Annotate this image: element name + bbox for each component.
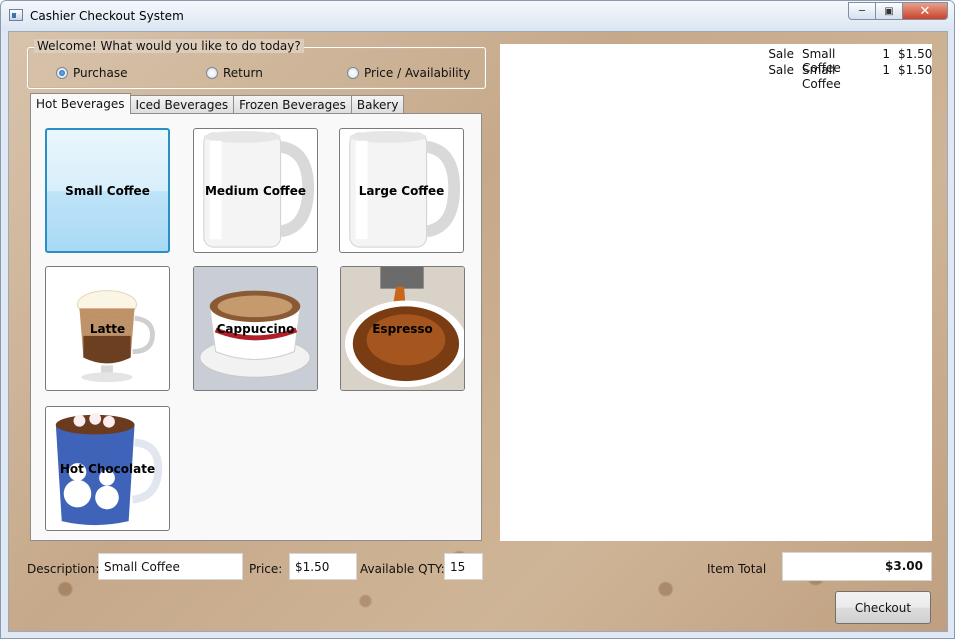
product-label: Small Coffee xyxy=(65,183,150,198)
receipt-item: Small Coffee xyxy=(802,63,841,91)
radio-checked-icon xyxy=(56,67,68,79)
tab-frozen-beverages[interactable]: Frozen Beverages xyxy=(233,95,352,114)
radio-unchecked-icon xyxy=(206,67,218,79)
product-cappuccino[interactable]: Cappuccino xyxy=(193,266,318,391)
minimize-icon: ─ xyxy=(858,5,866,17)
product-label: Espresso xyxy=(372,321,433,336)
product-label: Cappuccino xyxy=(216,321,295,336)
price-label: Price: xyxy=(249,562,283,576)
item-total-label: Item Total xyxy=(707,562,767,576)
radio-unchecked-icon xyxy=(347,67,359,79)
receipt-price: $1.50 xyxy=(898,63,933,77)
window-controls: ─ ▣ ✕ xyxy=(848,2,948,20)
price-field[interactable] xyxy=(289,553,357,580)
product-large-coffee[interactable]: Large Coffee xyxy=(339,128,464,253)
description-label: Description: xyxy=(27,562,100,576)
maximize-icon: ▣ xyxy=(884,5,894,17)
product-espresso[interactable]: Espresso xyxy=(340,266,465,391)
product-latte[interactable]: Latte xyxy=(45,266,170,391)
mode-group-title: Welcome! What would you like to do today… xyxy=(34,39,304,53)
app-window: Cashier Checkout System ─ ▣ ✕ Welcome! W… xyxy=(0,0,955,639)
radio-label: Purchase xyxy=(73,66,128,80)
description-field[interactable] xyxy=(98,553,243,580)
radio-label: Return xyxy=(223,66,263,80)
mode-group: Welcome! What would you like to do today… xyxy=(27,39,486,89)
receipt-line[interactable]: Sale Small Coffee 1 $1.50 xyxy=(766,63,933,91)
main-content: Welcome! What would you like to do today… xyxy=(8,31,948,632)
product-panel: Small Coffee Medium Coffee Large Coffee … xyxy=(30,113,482,541)
product-label: Hot Chocolate xyxy=(59,461,156,476)
window-title: Cashier Checkout System xyxy=(30,9,184,23)
product-small-coffee[interactable]: Small Coffee xyxy=(45,128,170,253)
category-tabs: Hot Beverages Iced Beverages Frozen Beve… xyxy=(30,93,405,114)
radio-purchase[interactable]: Purchase xyxy=(56,66,128,80)
radio-label: Price / Availability xyxy=(364,66,471,80)
tab-bakery[interactable]: Bakery xyxy=(350,95,405,114)
product-label: Large Coffee xyxy=(358,183,445,198)
radio-return[interactable]: Return xyxy=(206,66,263,80)
receipt-list[interactable]: Sale Small Coffee 1 $1.50 Sale Small Cof… xyxy=(500,44,932,541)
radio-price-availability[interactable]: Price / Availability xyxy=(347,66,470,80)
product-medium-coffee[interactable]: Medium Coffee xyxy=(193,128,318,253)
available-qty-label: Available QTY: xyxy=(360,562,445,576)
receipt-qty: 1 xyxy=(882,63,890,77)
product-label: Medium Coffee xyxy=(204,183,307,198)
maximize-button[interactable]: ▣ xyxy=(875,2,902,20)
product-label: Latte xyxy=(89,321,126,336)
tab-hot-beverages[interactable]: Hot Beverages xyxy=(30,93,131,114)
close-icon: ✕ xyxy=(919,3,931,19)
minimize-button[interactable]: ─ xyxy=(848,2,875,20)
title-bar[interactable]: Cashier Checkout System ─ ▣ ✕ xyxy=(1,1,954,31)
receipt-type: Sale xyxy=(768,63,794,77)
checkout-button[interactable]: Checkout xyxy=(835,591,931,624)
close-button[interactable]: ✕ xyxy=(902,2,948,20)
product-hot-chocolate[interactable]: Hot Chocolate xyxy=(45,406,170,531)
item-total-value: $3.00 xyxy=(782,552,932,581)
available-qty-field[interactable] xyxy=(444,553,483,580)
tab-iced-beverages[interactable]: Iced Beverages xyxy=(129,95,235,114)
app-icon xyxy=(9,9,23,21)
